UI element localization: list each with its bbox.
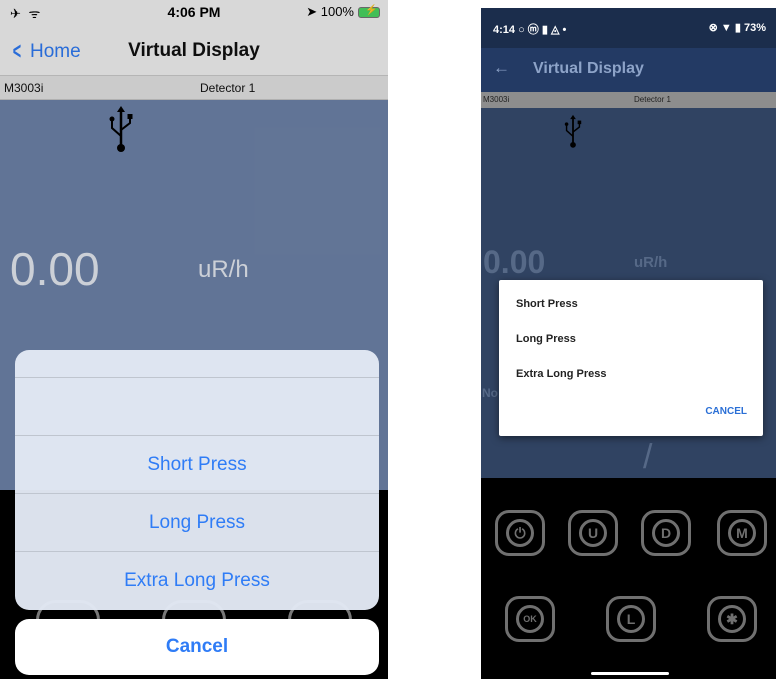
down-key[interactable]: D [641,510,691,556]
android-keypad: ⏻ U D M OK L ✱ [481,478,776,679]
ios-short-press-option[interactable]: Short Press [15,436,379,494]
ios-screen: ✈ ᯤ 4:06 PM ➤ 100% < Home Virtual Displa… [0,0,388,679]
star-key-icon: ✱ [718,605,746,633]
android-screen: 4:14 ○ ⓜ ▮ ◬ • ⊗ ▼ ▮ 73% ← Virtual Displ… [481,8,776,679]
ok-key[interactable]: OK [505,596,555,642]
android-device-bar: M3003i Detector 1 [481,92,776,108]
android-dose-unit: uR/h [634,254,668,271]
android-detector-label: Detector 1 [634,95,671,104]
usb-icon [564,114,582,148]
android-status-right: ⊗ ▼ ▮ 73% [708,22,766,34]
mode-key[interactable]: M [717,510,767,556]
android-page-title: Virtual Display [533,60,644,77]
light-key-icon: L [617,605,645,633]
star-key[interactable]: ✱ [707,596,757,642]
android-press-dialog: Short Press Long Press Extra Long Press … [499,280,763,436]
android-dose-value: 0.00 [483,244,546,280]
light-key[interactable]: L [606,596,656,642]
ios-cancel-button[interactable]: Cancel [15,619,379,675]
ios-extra-long-press-option[interactable]: Extra Long Press [15,552,379,610]
power-icon: ⏻ [506,519,534,547]
ios-sheet-blank-row [15,378,379,436]
ios-sheet-header [15,350,379,378]
power-mute-key[interactable]: ⏻ [495,510,545,556]
android-device-model: M3003i [483,95,510,104]
mode-key-icon: M [728,519,756,547]
android-status-left: 4:14 ○ ⓜ ▮ ◬ • [493,24,567,36]
down-key-icon: D [652,519,680,547]
android-cancel-button[interactable]: CANCEL [705,406,747,417]
android-status-bar: 4:14 ○ ⓜ ▮ ◬ • ⊗ ▼ ▮ 73% [481,8,776,48]
android-extra-long-press-option[interactable]: Extra Long Press [516,368,606,380]
ios-action-sheet: Short Press Long Press Extra Long Press [15,350,379,610]
android-app-bar: ← Virtual Display [481,48,776,92]
up-key[interactable]: U [568,510,618,556]
arrow-left-icon[interactable]: ← [493,58,510,78]
android-home-indicator[interactable] [591,672,669,675]
needle-icon: / [643,438,653,476]
android-long-press-option[interactable]: Long Press [516,333,576,345]
up-key-icon: U [579,519,607,547]
android-side-text: No [482,386,498,400]
ok-key-icon: OK [516,605,544,633]
android-short-press-option[interactable]: Short Press [516,298,578,310]
ios-long-press-option[interactable]: Long Press [15,494,379,552]
